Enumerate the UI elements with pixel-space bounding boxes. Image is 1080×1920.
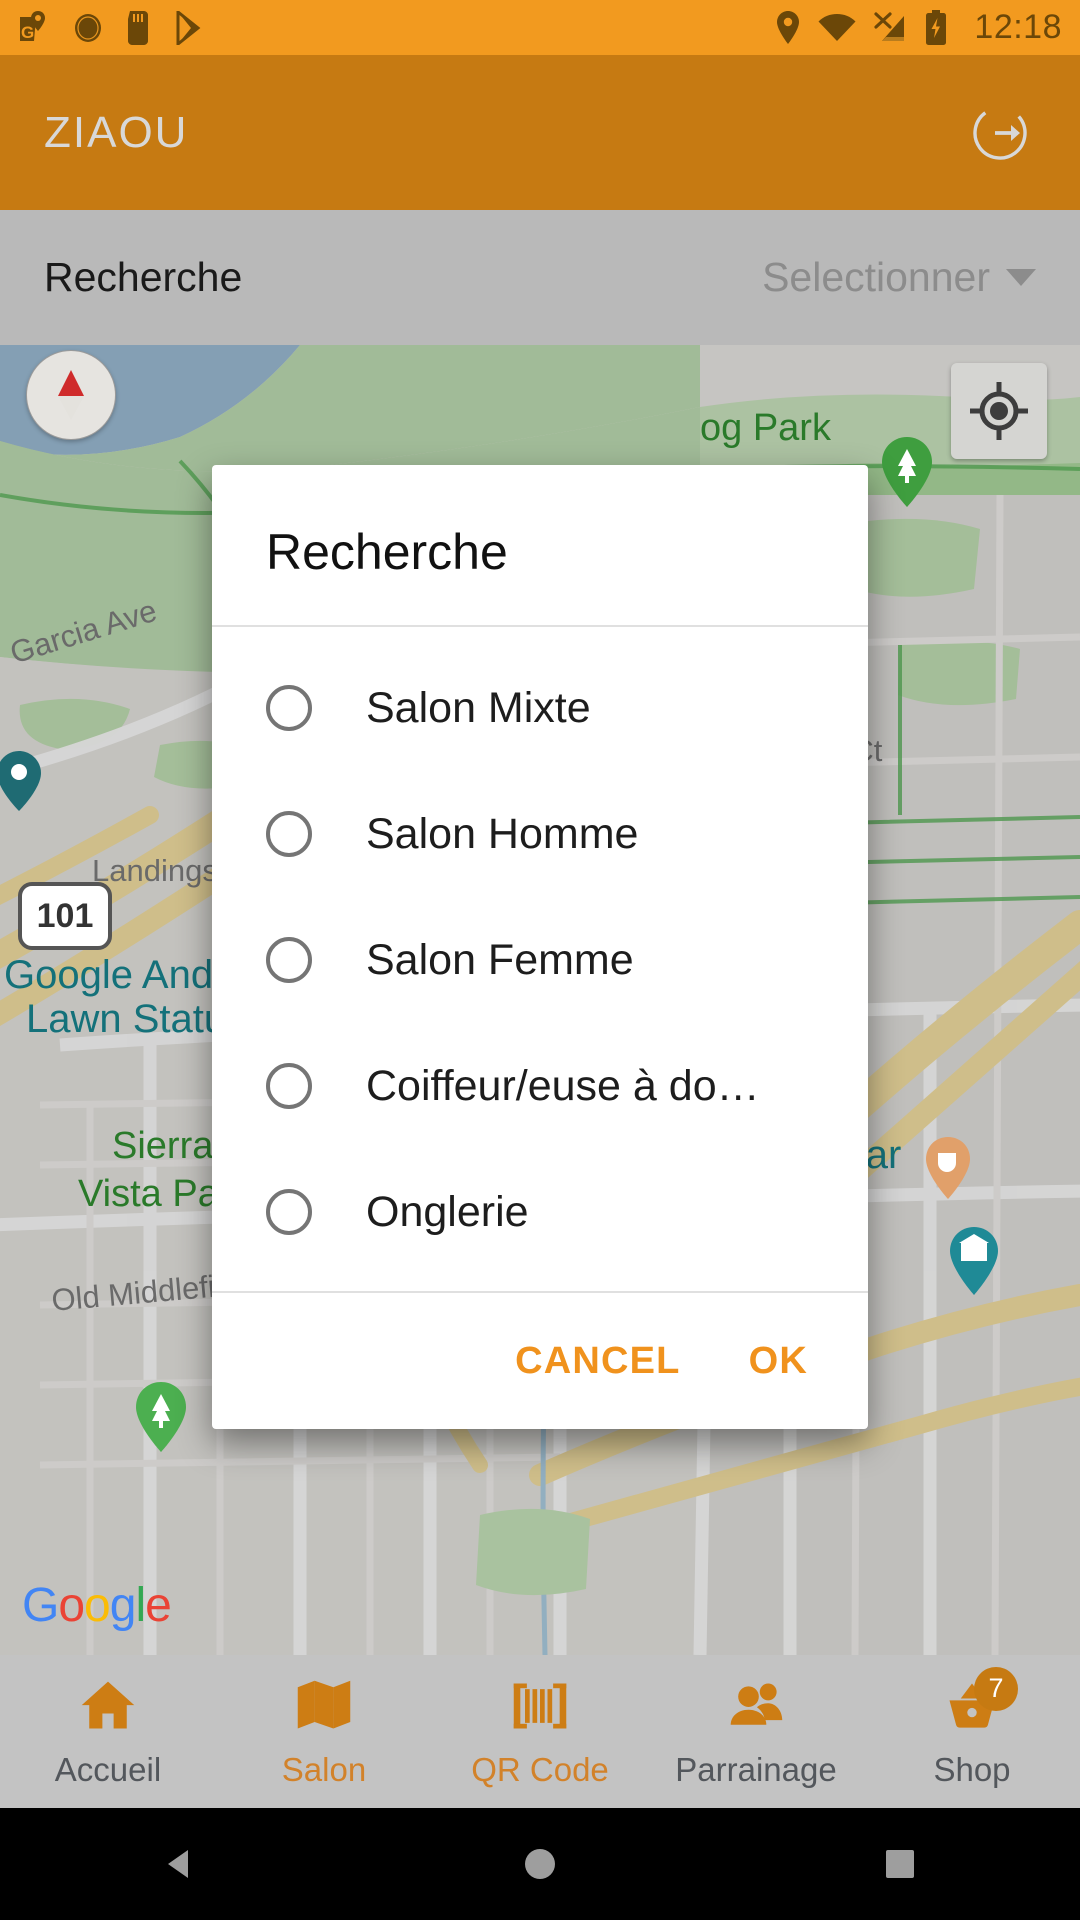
dialog-option-list: Salon Mixte Salon Homme Salon Femme Coiffeu… (212, 627, 868, 1291)
phone-screen: G 12:18 ZIAOU Recherche Selectionner Gar… (0, 0, 1080, 1920)
nav-item-qr-code[interactable]: QR Code (432, 1655, 648, 1808)
google-logo-letter: G (22, 1579, 59, 1632)
radio-button-icon[interactable] (266, 811, 312, 857)
system-navigation-bar (0, 1808, 1080, 1920)
status-bar-system-icons: 12:18 (774, 8, 1062, 47)
my-location-button[interactable] (951, 363, 1047, 459)
search-category-dialog: Recherche Salon Mixte Salon Homme Salon Fe… (212, 465, 868, 1429)
battery-charging-icon (926, 9, 947, 45)
logout-icon (973, 105, 1027, 160)
map-pin-tree-dogpark[interactable] (878, 435, 936, 509)
dialog-option-label: Salon Mixte (366, 683, 591, 732)
nav-label: Accueil (54, 1750, 162, 1788)
square-recents-icon (886, 1850, 914, 1878)
dialog-title: Recherche (266, 524, 508, 580)
nav-icon-wrapper (294, 1675, 354, 1737)
app-bar: ZIAOU (0, 55, 1080, 210)
home-icon (81, 1681, 135, 1728)
nav-icon-wrapper (726, 1675, 786, 1737)
google-logo-letter: g (109, 1579, 137, 1632)
dialog-actions: CANCEL OK (212, 1293, 868, 1429)
svg-text:G: G (21, 23, 34, 42)
cart-badge: 7 (974, 1666, 1018, 1711)
google-maps-icon: G (20, 10, 45, 42)
search-row: Recherche Selectionner (0, 210, 1080, 345)
radio-button-icon[interactable] (266, 937, 312, 983)
back-button[interactable] (120, 1808, 240, 1920)
radio-button-icon[interactable] (266, 1063, 312, 1109)
cancel-button[interactable]: CANCEL (499, 1326, 697, 1397)
nav-label: Parrainage (675, 1750, 837, 1788)
compass-control[interactable] (26, 350, 116, 440)
status-bar-clock: 12:18 (974, 8, 1062, 46)
circle-home-icon (525, 1849, 555, 1879)
nav-icon-wrapper: 7 (942, 1666, 1018, 1737)
wifi-icon (818, 13, 856, 41)
sd-card-icon (128, 10, 148, 45)
nav-item-salon[interactable]: Salon (216, 1655, 432, 1808)
google-logo-letter: e (145, 1579, 172, 1632)
nav-icon-wrapper (78, 1675, 138, 1737)
nav-label: Salon (281, 1750, 367, 1788)
dialog-option-row[interactable]: Coiffeur/euse à do… (212, 1023, 868, 1149)
status-bar-notification-icons: G (18, 10, 204, 45)
nav-item-parrainage[interactable]: Parrainage (648, 1655, 864, 1808)
map-pin-cafe[interactable] (922, 1135, 974, 1201)
signal-no-sim-icon (874, 11, 905, 41)
barcode-icon (513, 1683, 567, 1728)
app-title: ZIAOU (44, 107, 189, 157)
people-icon (730, 1683, 783, 1725)
ok-button[interactable]: OK (733, 1326, 824, 1397)
radio-button-icon[interactable] (266, 1189, 312, 1235)
dialog-option-row[interactable]: Salon Femme (212, 897, 868, 1023)
map-icon (297, 1680, 351, 1728)
dialog-option-row[interactable]: Salon Homme (212, 771, 868, 897)
radio-button-icon[interactable] (266, 685, 312, 731)
dialog-option-label: Salon Homme (366, 809, 639, 858)
map-pin-tree-sierra[interactable] (132, 1380, 190, 1454)
google-logo-letter: l (135, 1579, 146, 1632)
recents-button[interactable] (840, 1808, 960, 1920)
location-icon (777, 10, 800, 44)
my-location-crosshair-icon (970, 382, 1028, 440)
clock-icon (75, 13, 101, 42)
map-pin-museum[interactable] (946, 1225, 1002, 1297)
dialog-option-row[interactable]: Onglerie (212, 1149, 868, 1275)
nav-icon-wrapper (510, 1675, 570, 1737)
play-store-icon (176, 10, 201, 45)
logout-button[interactable] (964, 97, 1036, 169)
compass-needle-icon (58, 370, 84, 420)
dialog-option-label: Onglerie (366, 1187, 529, 1236)
dialog-option-row[interactable]: Salon Mixte (212, 645, 868, 771)
category-spinner[interactable]: Selectionner (762, 254, 1036, 301)
dialog-option-label: Coiffeur/euse à do… (366, 1061, 760, 1110)
google-logo-letter: o (58, 1579, 85, 1632)
spinner-selected-value: Selectionner (762, 254, 990, 300)
google-logo-letter: o (84, 1579, 111, 1632)
triangle-back-icon (168, 1850, 188, 1878)
highway-shield-101: 101 (18, 882, 112, 950)
google-attribution-logo: Google (22, 1578, 172, 1633)
dialog-option-label: Salon Femme (366, 935, 634, 984)
bottom-navigation: Accueil Salon QR Code Parrainage 7 Shop (0, 1655, 1080, 1808)
chevron-down-icon (1006, 269, 1036, 286)
nav-item-accueil[interactable]: Accueil (0, 1655, 216, 1808)
search-label: Recherche (44, 254, 243, 300)
nav-label: Shop (933, 1750, 1011, 1788)
nav-item-shop[interactable]: 7 Shop (864, 1655, 1080, 1808)
map-pin-teal[interactable] (0, 749, 44, 813)
home-button[interactable] (480, 1808, 600, 1920)
nav-label: QR Code (471, 1750, 609, 1788)
status-bar: G 12:18 (0, 0, 1080, 55)
